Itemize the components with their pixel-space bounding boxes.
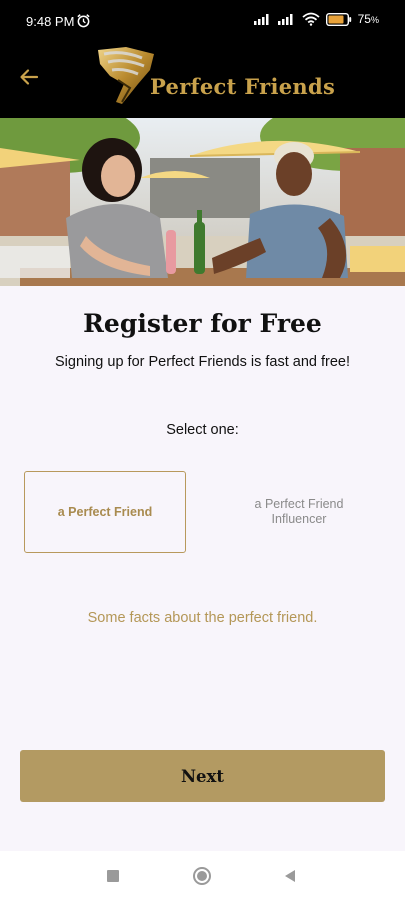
battery-percent: 75 [357,12,371,26]
status-time: 9:48 PM [26,14,75,29]
wifi-icon [302,12,320,26]
page-title: Register for Free [83,309,322,338]
select-label: Select one: [166,422,239,438]
alarm-icon [77,14,90,28]
logo: Perfect Friends [92,44,335,110]
battery-icon [325,12,351,26]
circle-icon[interactable] [192,866,212,886]
back-button[interactable] [14,62,44,92]
hero-photo [0,118,405,286]
signal-icon [253,14,269,25]
app-header: Perfect Friends [0,44,405,118]
square-icon[interactable] [103,866,123,886]
triangle-back-icon[interactable] [280,866,300,886]
logo-text: Perfect Friends [150,74,336,99]
next-button-label: Next [180,766,225,786]
battery-unit: % [370,15,379,25]
page-subtitle: Signing up for Perfect Friends is fast a… [55,354,350,370]
status-icons: 75% [253,12,379,26]
arrow-left-icon [20,69,39,85]
option-perfect-friend[interactable]: a Perfect Friend [24,471,186,553]
status-bar: 9:48 PM 75% [0,0,405,44]
hero-image [0,118,405,286]
facts-text: Some facts about the perfect friend. [87,610,318,626]
option-label: a Perfect Friend [57,505,153,519]
next-button[interactable]: Next [20,750,385,802]
signal-icon [277,14,293,25]
system-nav-bar [0,851,405,900]
option-label: a Perfect Friend Influencer [254,497,344,526]
option-perfect-friend-influencer[interactable]: a Perfect Friend Influencer [218,471,380,553]
